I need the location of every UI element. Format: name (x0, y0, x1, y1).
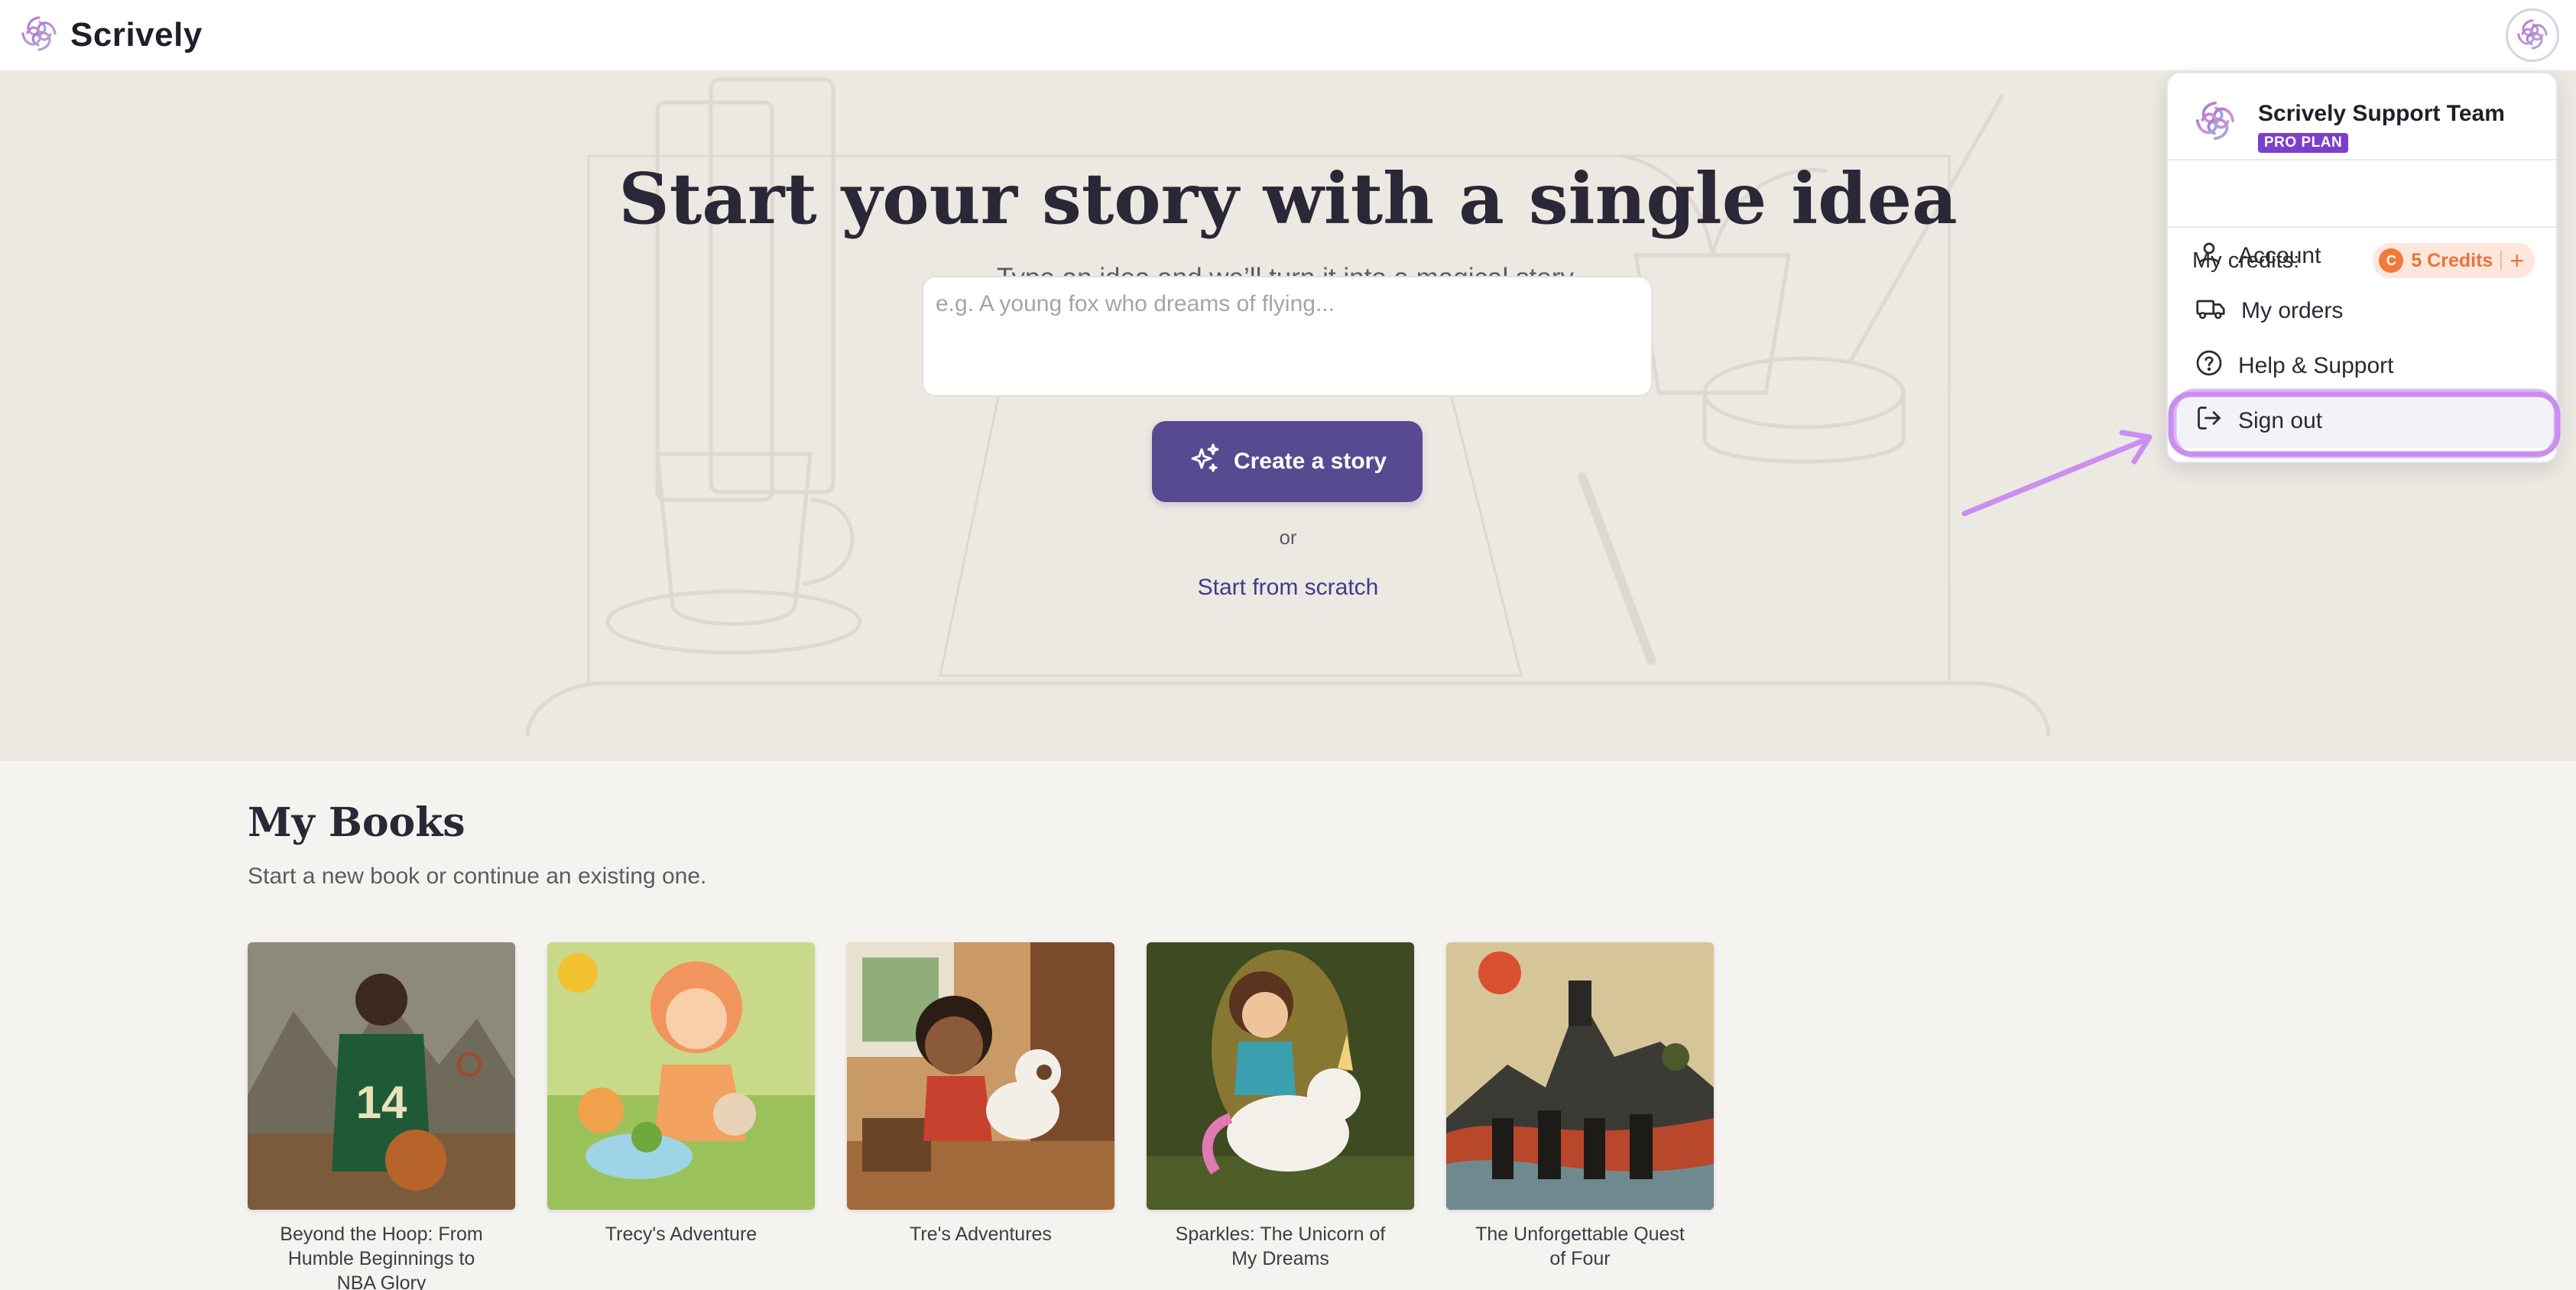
story-idea-input[interactable] (922, 276, 1653, 397)
menu-item-label: Help & Support (2238, 353, 2394, 378)
book-title: Beyond the Hoop: From Humble Beginnings … (280, 1224, 483, 1290)
or-divider-text: or (1279, 526, 1297, 549)
book-title: Trecy's Adventure (605, 1224, 758, 1245)
menu-item-my-orders[interactable]: My orders (2171, 284, 2553, 338)
truck-icon (2195, 294, 2226, 328)
book-card[interactable]: 14 Beyond the Hoop: From Humble Beginnin… (248, 942, 515, 1290)
help-circle-icon (2195, 349, 2223, 383)
start-from-scratch-link[interactable]: Start from scratch (0, 575, 2576, 601)
plan-badge: PRO PLAN (2258, 133, 2349, 153)
book-title: Tre's Adventures (910, 1224, 1052, 1245)
user-icon (2195, 239, 2223, 273)
menu-item-sign-out[interactable]: Sign out (2171, 394, 2553, 448)
brand[interactable]: Scrively (17, 11, 203, 60)
book-title: Sparkles: The Unicorn of My Dreams (1175, 1224, 1386, 1269)
sparkles-icon (1188, 442, 1221, 481)
book-cover-image: 14 (248, 942, 515, 1210)
create-story-label: Create a story (1233, 449, 1387, 474)
book-cover-image (547, 942, 815, 1210)
menu-item-account[interactable]: Account (2171, 229, 2553, 283)
scrively-avatar-icon (2191, 96, 2240, 149)
top-navbar: Scrively (0, 0, 2576, 72)
book-card[interactable]: Tre's Adventures (847, 942, 1114, 1246)
menu-item-label: Account (2238, 243, 2321, 268)
scrively-avatar-icon (2513, 15, 2552, 56)
svg-text:14: 14 (356, 1077, 407, 1128)
book-card[interactable]: Trecy's Adventure (547, 942, 815, 1246)
book-title: The Unforgettable Quest of Four (1475, 1224, 1685, 1269)
menu-item-label: Sign out (2238, 408, 2323, 433)
book-card[interactable]: Sparkles: The Unicorn of My Dreams (1147, 942, 1414, 1271)
menu-divider (2168, 159, 2556, 160)
book-cover-image (1446, 942, 1714, 1210)
menu-user-name: Scrively Support Team (2258, 101, 2505, 126)
book-cover-image (847, 942, 1114, 1210)
sign-out-icon (2195, 404, 2223, 438)
my-books-heading: My Books (248, 799, 466, 846)
menu-item-label: My orders (2241, 298, 2344, 323)
menu-divider (2168, 226, 2556, 228)
create-story-button[interactable]: Create a story (1152, 421, 1423, 502)
book-cover-image (1147, 942, 1414, 1210)
scrively-logo-icon (17, 11, 61, 60)
menu-item-help-support[interactable]: Help & Support (2171, 339, 2553, 393)
user-avatar-button[interactable] (2506, 8, 2559, 62)
my-books-subtitle: Start a new book or continue an existing… (248, 864, 707, 889)
menu-user-header: Scrively Support Team PRO PLAN (2191, 96, 2505, 153)
book-card[interactable]: The Unforgettable Quest of Four (1446, 942, 1714, 1271)
brand-name: Scrively (70, 16, 203, 53)
user-dropdown-menu: Scrively Support Team PRO PLAN My credit… (2166, 72, 2558, 463)
